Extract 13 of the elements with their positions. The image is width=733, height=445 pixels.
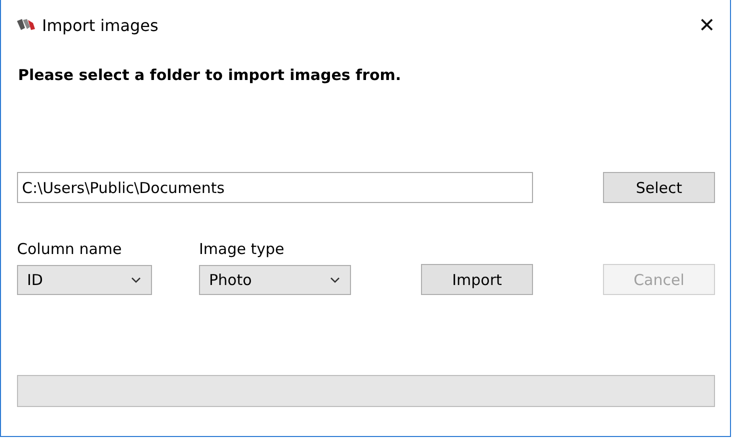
- folder-path-field[interactable]: C:\Users\Public\Documents: [17, 172, 533, 203]
- column-name-label: Column name: [17, 240, 123, 258]
- chevron-down-icon: [131, 277, 141, 283]
- dropdown[interactable]: ID: [17, 265, 152, 295]
- import-button[interactable]: Import: [421, 264, 533, 295]
- app-logo-icon: [16, 18, 36, 32]
- instruction-text: Please select a folder to import images from.: [18, 66, 402, 84]
- dropdown[interactable]: Photo: [199, 265, 351, 295]
- select-button[interactable]: Select: [603, 172, 715, 203]
- window-title: Import images: [42, 16, 160, 34]
- chevron-down-icon: [330, 277, 340, 283]
- image-type-label: Image type: [199, 240, 286, 258]
- close-button[interactable]: ✕: [684, 0, 730, 50]
